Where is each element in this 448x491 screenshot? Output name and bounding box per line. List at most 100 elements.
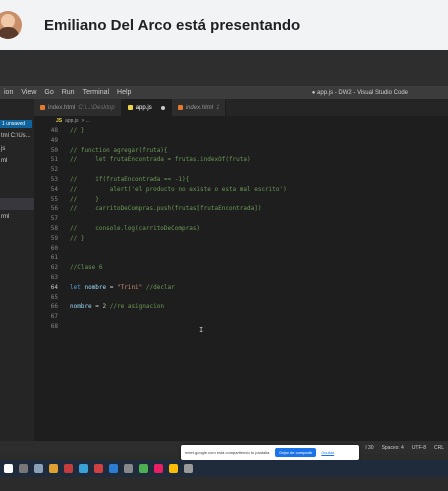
breadcrumb-rest[interactable]: > ... [81, 118, 89, 124]
edge-icon[interactable] [79, 464, 88, 473]
tab-label: index.html [185, 104, 214, 111]
code-text: // } [70, 127, 85, 134]
line-number: 55 [50, 195, 58, 203]
html-file-icon [177, 105, 183, 110]
code-line[interactable]: 67 [34, 312, 448, 321]
status-spaces[interactable]: Spaces: 4 [382, 445, 404, 451]
code-line[interactable]: 62 //Clase 6 [34, 263, 448, 272]
explorer-item[interactable]: js [0, 144, 34, 154]
variable-token: nombre [84, 283, 107, 291]
code-line[interactable]: 48 // } [34, 126, 448, 135]
code-line[interactable]: 59 // } [34, 234, 448, 243]
line-number: 56 [50, 205, 58, 213]
code-line[interactable]: 49 [34, 136, 448, 145]
code-text: // } [70, 234, 85, 242]
code-line[interactable]: 61 [34, 253, 448, 262]
code-line[interactable]: 60 [34, 244, 448, 253]
line-number: 58 [50, 225, 58, 232]
code-line[interactable]: 66 nombre = 2 //re asignacion [34, 302, 448, 311]
line-number: 50 [50, 146, 58, 154]
code-text: // function agregar(fruta){ [70, 146, 168, 154]
code-line[interactable]: 64 let nombre = "Trini" //declar [34, 283, 448, 292]
tab-index-html[interactable]: index.html 1 [171, 99, 227, 116]
menu-item-selection[interactable]: ion [0, 89, 17, 96]
code-line[interactable]: 55 // } [34, 195, 448, 204]
code-line[interactable]: 58 // console.log(carritoDeCompras) [34, 224, 448, 233]
window-title: ● app.js - DW2 - Visual Studio Code [311, 89, 408, 96]
menu-item-terminal[interactable]: Terminal [79, 89, 113, 96]
app-icon[interactable] [184, 464, 193, 473]
presentation-gap [0, 50, 448, 86]
code-line[interactable]: 52 [34, 165, 448, 174]
taskbar [0, 460, 448, 477]
breadcrumb-file[interactable]: app.js [65, 118, 78, 124]
code-line[interactable]: 50 // function agregar(fruta){ [34, 146, 448, 155]
code-line[interactable]: 51 // let frutaEncontrada = frutas.indexO… [34, 155, 448, 164]
code-line[interactable]: 63 [34, 273, 448, 282]
app-icon[interactable] [169, 464, 178, 473]
status-eol[interactable]: CRL [434, 445, 444, 451]
code-line[interactable]: 57 [34, 214, 448, 223]
meet-controls-area [0, 477, 448, 491]
hide-notification-button[interactable]: Ocultar [321, 450, 334, 455]
tab-index-html-desktop[interactable]: index.html C:\...\Desktop [34, 99, 122, 116]
line-number: 63 [50, 274, 58, 281]
code-line[interactable]: 56 // carritoDeCompras.push(frutas[frutaE… [34, 204, 448, 213]
comment-token: //re asignacion [106, 303, 164, 311]
code-line[interactable]: 68 [34, 322, 448, 331]
line-number: 68 [50, 323, 58, 330]
tab-path: C:\...\Desktop [78, 104, 115, 111]
code-text: let nombre = "Trini" //declar [70, 283, 175, 292]
explorer-selection [0, 198, 34, 210]
line-number: 57 [50, 215, 58, 223]
presenter-banner: Emiliano Del Arco está presentando [0, 0, 448, 50]
search-icon[interactable] [19, 464, 28, 473]
line-number: 53 [50, 176, 58, 183]
stop-sharing-button[interactable]: Dejar de compartir [275, 448, 317, 457]
app-icon[interactable] [154, 464, 163, 473]
app-icon[interactable] [64, 464, 73, 473]
task-view-icon[interactable] [34, 464, 43, 473]
code-text: // alert('el producto no existe o esta m… [70, 185, 287, 193]
string-token: "Trini" [117, 283, 143, 291]
explorer-item[interactable]: ml [0, 156, 34, 166]
line-number: 59 [50, 234, 58, 242]
operator-token: = [91, 303, 103, 311]
presenter-avatar [0, 11, 22, 39]
menu-bar: ion View Go Run Terminal Help ● app.js -… [0, 86, 448, 99]
status-line-col[interactable]: l 30 [366, 445, 374, 451]
app-icon[interactable] [139, 464, 148, 473]
start-icon[interactable] [4, 464, 13, 473]
line-number: 64 [50, 283, 58, 291]
line-number: 54 [50, 185, 58, 193]
tab-app-js[interactable]: app.js [121, 99, 172, 116]
chrome-icon[interactable] [94, 464, 103, 473]
keyword-token: let [70, 283, 81, 291]
menu-item-help[interactable]: Help [113, 89, 135, 96]
code-editor[interactable]: I 48// } 49 50// function agregar(fruta){5… [34, 126, 448, 436]
menu-item-view[interactable]: View [17, 89, 40, 96]
explorer-item[interactable]: tml C:\Us... [0, 131, 34, 141]
line-number: 51 [50, 156, 58, 164]
unsaved-badge: 1 unsaved [0, 120, 32, 128]
code-line[interactable]: 54 // alert('el producto no existe o esta… [34, 185, 448, 194]
unsaved-dot-icon[interactable] [160, 105, 165, 110]
code-text: // if(frutaEncontrada == -1){ [70, 176, 190, 183]
vscode-icon[interactable] [109, 464, 118, 473]
code-line[interactable]: 53 // if(frutaEncontrada == -1){ [34, 175, 448, 184]
explorer-item[interactable]: rml [0, 212, 34, 222]
menu-item-run[interactable]: Run [58, 89, 79, 96]
line-number: 67 [50, 313, 58, 321]
js-file-icon: JS [56, 118, 63, 124]
menu-item-go[interactable]: Go [40, 89, 57, 96]
tab-problem-count: 1 [216, 104, 220, 111]
app-icon[interactable] [124, 464, 133, 473]
status-encoding[interactable]: UTF-8 [412, 445, 426, 451]
code-line[interactable]: 65 [34, 293, 448, 302]
explorer-sidebar: 1 unsaved tml C:\Us... js ml rml [0, 99, 34, 441]
code-text: nombre = 2 //re asignacion [70, 302, 164, 311]
line-number: 52 [50, 166, 58, 174]
line-number: 62 [50, 264, 58, 272]
file-explorer-icon[interactable] [49, 464, 58, 473]
screen-share-notification: meet.google.com está compartiendo tu pan… [181, 445, 359, 460]
